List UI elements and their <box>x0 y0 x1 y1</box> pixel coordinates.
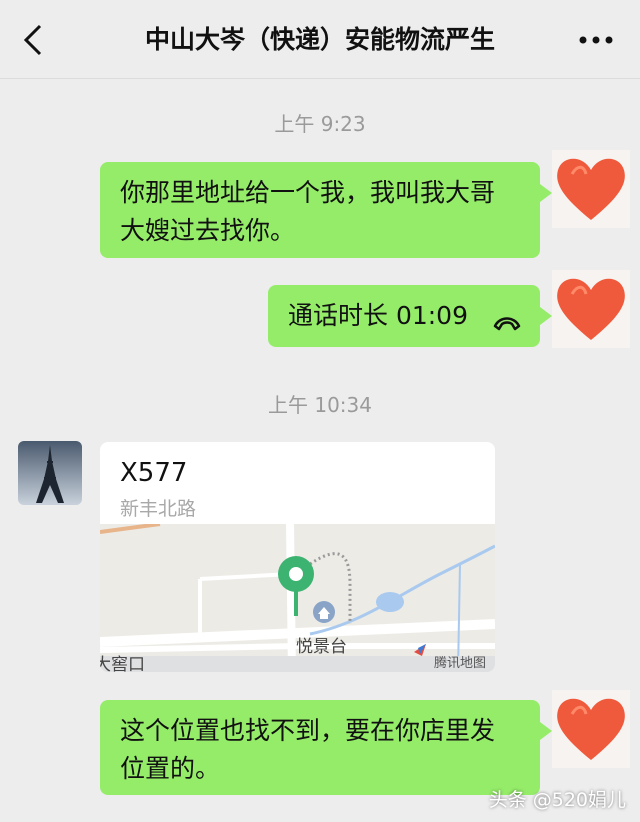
chat-title: 中山大岑（快递）安能物流严生 <box>144 25 495 54</box>
heart-avatar[interactable] <box>552 150 630 228</box>
chat-header: 中山大岑（快递）安能物流严生 <box>0 0 640 79</box>
road-label: 大窖口 <box>100 655 145 672</box>
outgoing-message[interactable]: 你那里地址给一个我，我叫我大哥 大嫂过去找你。 <box>100 162 552 258</box>
message-line: 这个位置也找不到，要在你店里发 <box>120 716 496 745</box>
message-line: 位置的。 <box>120 754 221 783</box>
map-preview[interactable]: 悦景台 大窖口 腾讯地图 <box>100 522 495 672</box>
watermark: 头条 @520娟儿 <box>488 789 626 811</box>
heart-avatar[interactable] <box>552 270 630 348</box>
outgoing-message[interactable]: 这个位置也找不到，要在你店里发 位置的。 <box>100 700 552 795</box>
poi-label: 悦景台 <box>296 637 347 657</box>
back-chevron-icon[interactable] <box>18 22 50 58</box>
location-card[interactable]: X577 新丰北路 悦景台 大窖口 腾讯地图 <box>100 442 495 672</box>
phone-hangup-icon <box>492 305 522 343</box>
eiffel-tower-avatar[interactable] <box>18 441 82 505</box>
map-provider-label: 腾讯地图 <box>434 656 487 671</box>
timestamp: 上午 9:23 <box>274 112 366 136</box>
heart-avatar[interactable] <box>552 690 630 768</box>
more-dots-icon[interactable] <box>576 26 616 54</box>
location-address: 新丰北路 <box>120 498 197 520</box>
location-name: X577 <box>120 458 188 488</box>
call-duration-label: 通话时长 01:09 <box>288 301 468 330</box>
message-line: 你那里地址给一个我，我叫我大哥 <box>120 178 496 207</box>
timestamp: 上午 10:34 <box>268 393 372 417</box>
call-record-message[interactable]: 通话时长 01:09 <box>268 285 552 347</box>
message-line: 大嫂过去找你。 <box>120 216 296 245</box>
